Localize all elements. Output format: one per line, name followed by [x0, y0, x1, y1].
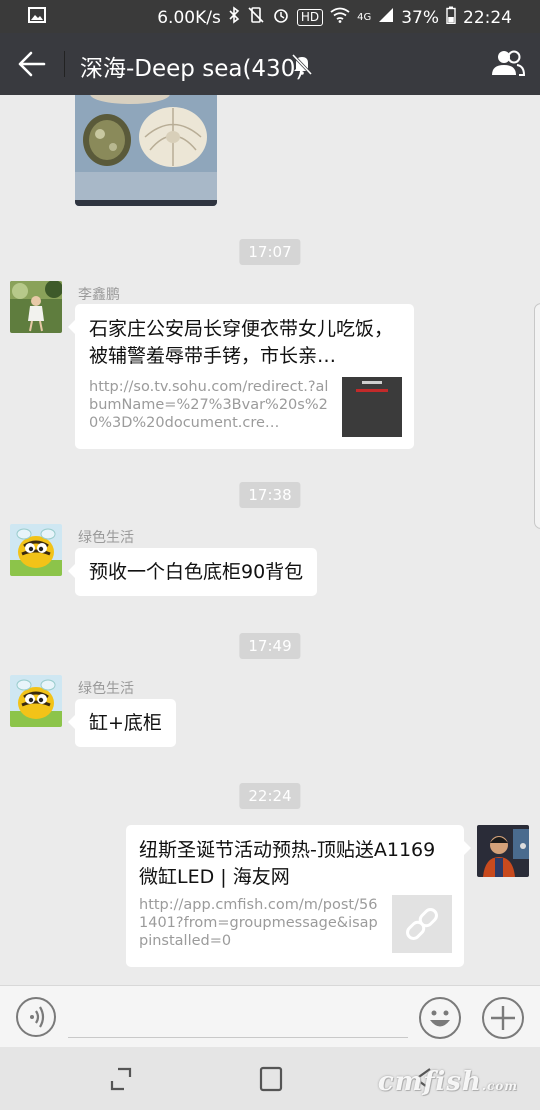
- message-input[interactable]: [68, 998, 408, 1038]
- sender-name: 绿色生活: [78, 530, 134, 546]
- chat-header: 深海-Deep sea(430): [0, 33, 540, 95]
- mute-bell-icon: [290, 52, 314, 76]
- back-arrow-icon[interactable]: [18, 51, 46, 77]
- side-scroll-handle[interactable]: [534, 303, 540, 529]
- sender-name: 绿色生活: [78, 681, 134, 697]
- link-thumbnail: [342, 377, 402, 437]
- hd-badge: HD: [296, 9, 324, 26]
- battery-icon: [446, 6, 456, 29]
- message-text: 预收一个白色底柜90背包: [89, 561, 304, 583]
- group-members-icon[interactable]: [490, 49, 526, 77]
- home-button-icon[interactable]: [256, 1065, 286, 1093]
- bluetooth-icon: [228, 6, 240, 29]
- sender-name: 李鑫鹏: [78, 287, 120, 303]
- link-title: 纽斯圣诞节活动预热-顶贴送A1169微缸LED | 海友网: [139, 839, 436, 888]
- recent-apps-icon[interactable]: [106, 1065, 136, 1093]
- more-options-plus-button[interactable]: [482, 997, 524, 1039]
- image-message[interactable]: [75, 95, 217, 206]
- link-url: http://app.cmfish.com/m/post/561401?from…: [139, 897, 378, 949]
- watermark-logo: cmfish.com: [378, 1067, 518, 1097]
- header-divider: [64, 51, 65, 77]
- bubble-tail: [68, 715, 75, 729]
- timestamp: 17:07: [239, 239, 301, 265]
- bubble-tail: [464, 841, 471, 855]
- link-title: 石家庄公安局长穿便衣带女儿吃饭，被辅警羞辱带手铐，市长亲…: [89, 318, 394, 367]
- clock: 22:24: [463, 7, 512, 28]
- signal-icon: [378, 7, 394, 28]
- chat-message-list[interactable]: 17:07 李鑫鹏 石家庄公安局长穿便衣带女儿吃饭，被辅警羞辱带手铐，市长亲… …: [0, 95, 540, 985]
- link-card-message[interactable]: 石家庄公安局长穿便衣带女儿吃饭，被辅警羞辱带手铐，市长亲… http://so.…: [68, 304, 414, 449]
- link-url: http://so.tv.sohu.com/redirect.?albumNam…: [89, 379, 329, 431]
- text-message[interactable]: 缸+底柜: [68, 699, 176, 747]
- emoji-button[interactable]: [419, 997, 461, 1039]
- chat-input-bar: [0, 985, 540, 1047]
- avatar[interactable]: [10, 524, 62, 576]
- alarm-icon: [272, 6, 290, 29]
- network-type: 4G: [357, 12, 372, 23]
- link-placeholder-icon: [392, 895, 452, 953]
- system-navigation-bar: cmfish.com: [0, 1047, 540, 1110]
- wifi-icon: [330, 7, 350, 28]
- timestamp: 17:49: [239, 633, 301, 659]
- my-avatar[interactable]: [477, 825, 529, 877]
- vibrate-mute-icon: [247, 6, 265, 29]
- bubble-tail: [68, 564, 75, 578]
- chat-title: 深海-Deep sea(430): [80, 56, 305, 82]
- gallery-notification-icon: [28, 7, 46, 28]
- timestamp: 22:24: [239, 783, 301, 809]
- battery-percent: 37%: [401, 7, 439, 28]
- network-speed: 6.00K/s: [157, 7, 221, 28]
- avatar[interactable]: [10, 281, 62, 333]
- message-text: 缸+底柜: [89, 712, 162, 734]
- bubble-tail: [68, 320, 75, 334]
- watermark-suffix: .com: [481, 1079, 518, 1093]
- watermark-text: cmfish: [377, 1067, 482, 1097]
- link-card-message[interactable]: 纽斯圣诞节活动预热-顶贴送A1169微缸LED | 海友网 http://app…: [126, 825, 471, 967]
- status-bar: 6.00K/s HD 4G 37% 22:24: [0, 0, 540, 33]
- timestamp: 17:38: [239, 482, 301, 508]
- avatar[interactable]: [10, 675, 62, 727]
- text-message[interactable]: 预收一个白色底柜90背包: [68, 548, 318, 596]
- voice-input-button[interactable]: [16, 997, 56, 1037]
